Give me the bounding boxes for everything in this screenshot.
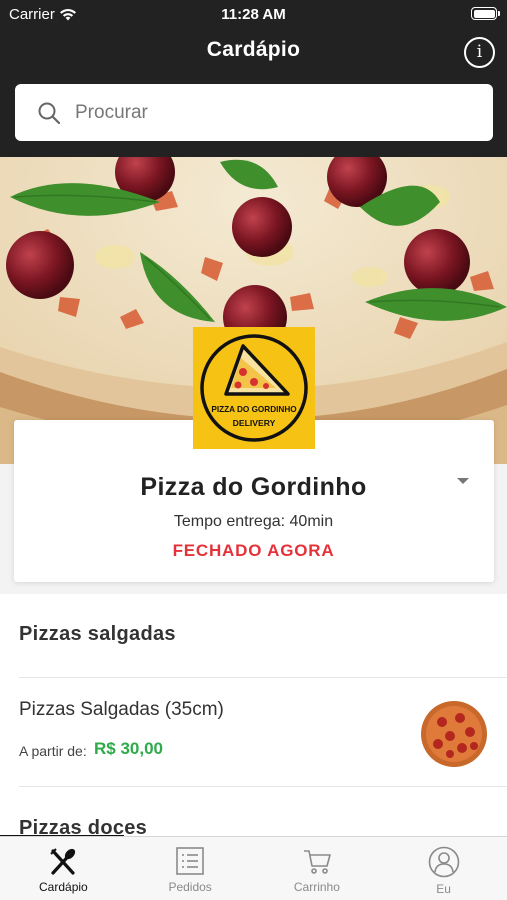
user-icon	[428, 846, 459, 878]
search-icon	[38, 102, 61, 124]
cutlery-icon	[50, 848, 76, 875]
status-bar: Carrier 11:28 AM	[0, 0, 507, 28]
section-title-pizzas-salgadas: Pizzas salgadas	[19, 623, 176, 645]
top-bar: Carrier 11:28 AM Cardápio i	[0, 0, 507, 157]
tab-cardapio[interactable]: Cardápio	[0, 837, 127, 900]
tab-label: Carrinho	[293, 880, 340, 894]
tab-pedidos[interactable]: Pedidos	[127, 837, 254, 900]
divider	[19, 786, 507, 787]
cart-icon	[303, 850, 331, 874]
info-button[interactable]: i	[464, 37, 495, 68]
tab-label: Eu	[436, 882, 451, 896]
restaurant-logo: PIZZA DO GORDINHO DELIVERY	[193, 327, 315, 449]
tab-label: Cardápio	[39, 880, 88, 894]
search-input[interactable]	[75, 101, 455, 124]
tab-carrinho[interactable]: Carrinho	[254, 837, 381, 900]
menu-item-name: Pizzas Salgadas (35cm)	[19, 699, 224, 720]
logo-subtext: DELIVERY	[233, 418, 276, 428]
menu-item-price-label: A partir de:	[19, 743, 87, 759]
expand-chevron-icon[interactable]	[457, 478, 469, 484]
delivery-time: Tempo entrega: 40min	[173, 513, 334, 530]
divider	[19, 677, 507, 678]
tab-label: Pedidos	[168, 880, 212, 894]
tab-bar: Cardápio Pedidos Carrinho Eu	[0, 836, 507, 900]
list-icon	[176, 847, 204, 875]
battery-icon	[471, 7, 500, 20]
tab-eu[interactable]: Eu	[380, 837, 507, 900]
restaurant-name: Pizza do Gordinho	[140, 473, 367, 501]
info-icon: i	[476, 42, 483, 62]
page-title: Cardápio	[206, 38, 301, 61]
search-bar[interactable]	[15, 84, 493, 141]
logo-text: PIZZA DO GORDINHO	[211, 405, 297, 414]
clock: 11:28 AM	[221, 6, 286, 23]
menu-item-price: R$ 30,00	[94, 739, 163, 758]
menu-item-pizza-image	[421, 701, 487, 767]
status-badge: FECHADO AGORA	[172, 541, 335, 560]
